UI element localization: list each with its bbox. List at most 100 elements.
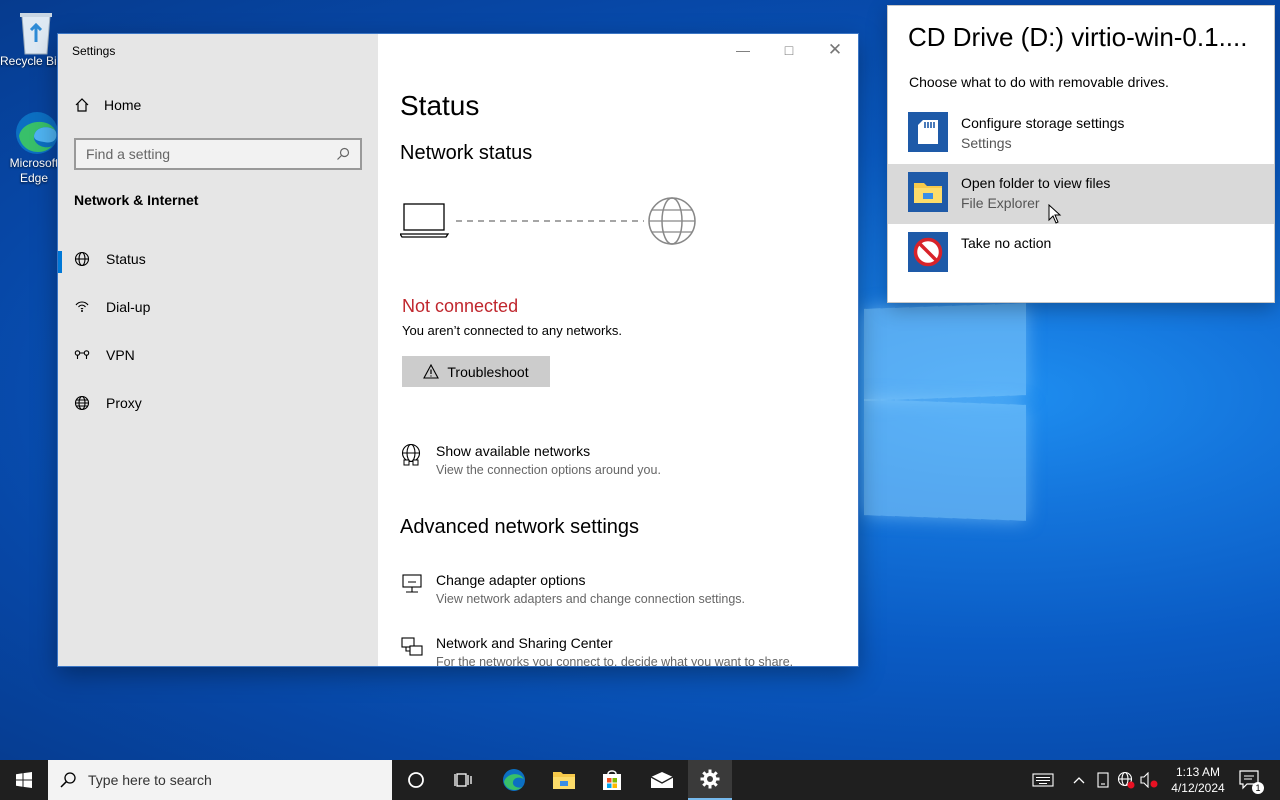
taskbar-mail-button[interactable] bbox=[638, 760, 686, 800]
globe-icon bbox=[74, 395, 90, 411]
tray-clock[interactable]: 1:13 AM 4/12/2024 bbox=[1168, 764, 1228, 796]
autoplay-popup: CD Drive (D:) virtio-win-0.1.... Choose … bbox=[888, 6, 1274, 302]
search-placeholder: Find a setting bbox=[86, 146, 171, 162]
taskbar-store-button[interactable] bbox=[588, 760, 636, 800]
link-title: Network and Sharing Center bbox=[436, 635, 613, 651]
advanced-settings-heading: Advanced network settings bbox=[400, 516, 640, 538]
start-button[interactable] bbox=[0, 760, 48, 800]
section-title: Network & Internet bbox=[74, 192, 199, 208]
sidebar-item-status[interactable]: Status bbox=[58, 239, 378, 279]
network-diagram bbox=[400, 197, 696, 245]
mouse-cursor-icon bbox=[1048, 204, 1062, 224]
find-setting-input[interactable]: Find a setting bbox=[74, 138, 362, 170]
tray-network-button[interactable] bbox=[1115, 760, 1137, 800]
home-link[interactable]: Home bbox=[74, 97, 141, 113]
sidebar-item-vpn[interactable]: VPN bbox=[58, 335, 378, 375]
sidebar-item-label: Dial-up bbox=[106, 299, 151, 315]
search-icon bbox=[60, 772, 76, 788]
volume-muted-icon bbox=[1140, 772, 1158, 788]
autoplay-subtitle: Choose what to do with removable drives. bbox=[909, 74, 1169, 90]
tray-meet-now-button[interactable] bbox=[1092, 760, 1114, 800]
task-view-icon bbox=[454, 773, 472, 787]
dialup-icon bbox=[75, 301, 89, 312]
recycle-bin-icon bbox=[14, 8, 58, 55]
search-icon bbox=[337, 147, 350, 160]
tray-show-hidden-icons[interactable] bbox=[1068, 760, 1090, 800]
network-status-heading: Network status bbox=[400, 142, 533, 164]
no-action-icon bbox=[908, 232, 948, 272]
tray-volume-button[interactable] bbox=[1138, 760, 1160, 800]
taskbar-file-explorer-button[interactable] bbox=[540, 760, 588, 800]
settings-window: Settings Home Find a setting Network & I… bbox=[58, 34, 858, 666]
autoplay-title: CD Drive (D:) virtio-win-0.1.... bbox=[908, 22, 1248, 52]
device-icon bbox=[1097, 772, 1109, 788]
cortana-icon bbox=[408, 772, 424, 788]
change-adapter-options-link[interactable]: Change adapter options View network adap… bbox=[400, 572, 745, 606]
window-title: Settings bbox=[72, 44, 116, 58]
home-label: Home bbox=[104, 97, 142, 113]
action-center-button[interactable]: 1 bbox=[1234, 760, 1266, 800]
option-title: Configure storage settings bbox=[961, 115, 1125, 131]
sidebar-item-proxy[interactable]: Proxy bbox=[58, 383, 378, 423]
task-view-button[interactable] bbox=[440, 760, 488, 800]
settings-content: Status Network status Not connected You … bbox=[378, 34, 858, 666]
link-description: View the connection options around you. bbox=[436, 463, 661, 477]
option-subtitle: Settings bbox=[961, 135, 1012, 151]
network-disconnected-icon bbox=[1117, 771, 1135, 789]
link-title: Show available networks bbox=[436, 443, 591, 459]
edge-icon bbox=[14, 110, 58, 154]
keyboard-icon bbox=[1032, 773, 1054, 787]
sharing-center-icon bbox=[400, 635, 426, 666]
globe-network-icon bbox=[74, 251, 90, 267]
edge-icon bbox=[503, 769, 525, 791]
clock-time: 1:13 AM bbox=[1175, 765, 1221, 779]
link-title: Change adapter options bbox=[436, 572, 586, 588]
folder-icon bbox=[908, 172, 948, 212]
folder-icon bbox=[553, 772, 575, 789]
desktop-icon-label: Microsoft Edge bbox=[9, 156, 59, 185]
gear-icon bbox=[700, 769, 720, 789]
show-available-networks-link[interactable]: Show available networks View the connect… bbox=[400, 443, 661, 477]
chevron-up-icon bbox=[1073, 777, 1085, 784]
taskbar-settings-button[interactable] bbox=[688, 760, 732, 800]
connection-detail: You aren’t connected to any networks. bbox=[402, 323, 622, 338]
taskbar: Type here to search 1:13 AM 4/12/2024 1 bbox=[0, 760, 1280, 800]
clock-date: 4/12/2024 bbox=[1171, 781, 1225, 795]
warning-icon bbox=[423, 364, 440, 379]
laptop-icon bbox=[400, 203, 450, 238]
notification-badge: 1 bbox=[1252, 782, 1264, 794]
link-description: View network adapters and change connect… bbox=[436, 592, 745, 606]
autoplay-option-take-no-action[interactable]: Take no action bbox=[888, 224, 1274, 284]
option-subtitle: File Explorer bbox=[961, 195, 1040, 211]
sidebar-item-label: Status bbox=[106, 251, 146, 267]
cortana-button[interactable] bbox=[392, 760, 440, 800]
sidebar-item-label: VPN bbox=[106, 347, 135, 363]
option-title: Take no action bbox=[961, 235, 1052, 251]
troubleshoot-label: Troubleshoot bbox=[447, 363, 529, 380]
adapter-icon bbox=[400, 572, 426, 606]
wallpaper-logo-pane bbox=[864, 303, 1026, 401]
taskbar-search-placeholder: Type here to search bbox=[88, 772, 212, 788]
network-sharing-center-link[interactable]: Network and Sharing Center For the netwo… bbox=[400, 635, 793, 666]
autoplay-option-open-folder[interactable]: Open folder to view files File Explorer bbox=[888, 164, 1274, 224]
sidebar-item-dialup[interactable]: Dial-up bbox=[58, 287, 378, 327]
tray-touch-keyboard-button[interactable] bbox=[1028, 760, 1058, 800]
sidebar-item-label: Proxy bbox=[106, 395, 142, 411]
connection-state: Not connected bbox=[402, 296, 519, 316]
option-title: Open folder to view files bbox=[961, 175, 1111, 191]
desktop-icon-label: Recycle Bin bbox=[0, 54, 58, 68]
taskbar-edge-button[interactable] bbox=[490, 760, 538, 800]
autoplay-option-configure-storage[interactable]: Configure storage settings Settings bbox=[888, 104, 1274, 164]
mail-icon bbox=[650, 772, 674, 788]
sd-card-icon bbox=[908, 112, 948, 152]
vpn-icon bbox=[74, 350, 90, 359]
taskbar-search-box[interactable]: Type here to search bbox=[48, 760, 392, 800]
network-icon bbox=[400, 443, 426, 477]
internet-globe-icon bbox=[648, 197, 696, 245]
wallpaper-logo-pane bbox=[864, 399, 1026, 521]
troubleshoot-button[interactable]: Troubleshoot bbox=[402, 356, 550, 387]
windows-logo-icon bbox=[16, 772, 32, 788]
link-description: For the networks you connect to, decide … bbox=[436, 655, 794, 666]
page-title: Status bbox=[400, 90, 480, 121]
store-icon bbox=[603, 770, 621, 790]
